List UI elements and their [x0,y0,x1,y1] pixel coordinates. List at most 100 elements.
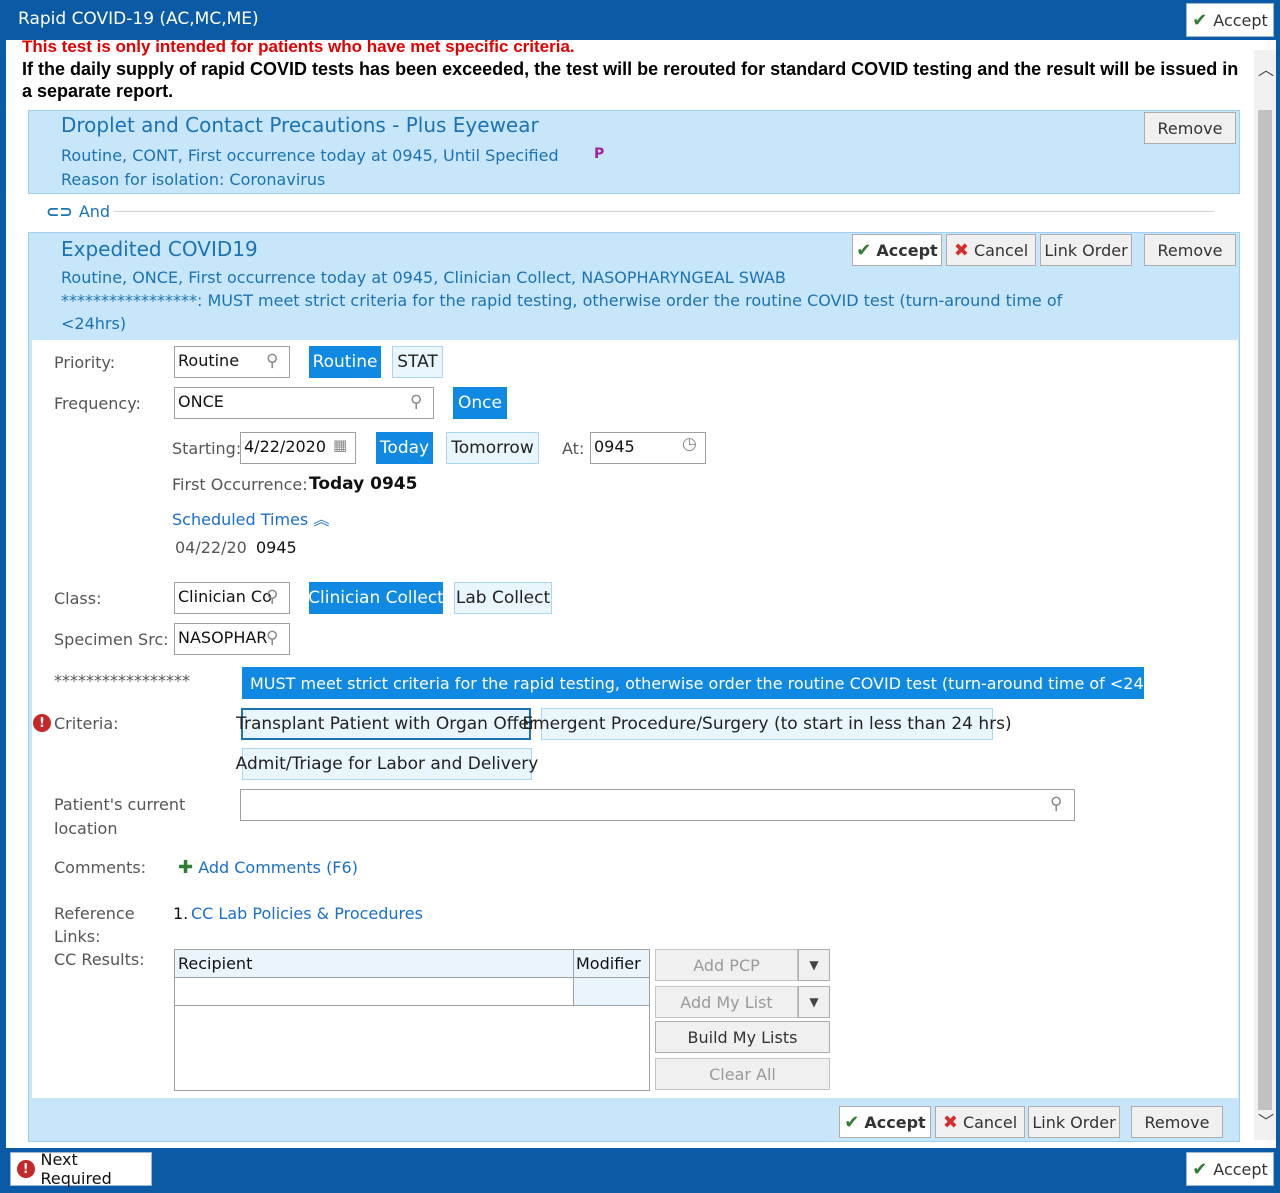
table-row-modifier-cell[interactable] [574,978,649,1005]
calendar-icon[interactable]: ▦ [333,436,347,454]
scroll-up-icon[interactable]: ︿ [1258,56,1274,80]
checkmark-icon: ✔ [1192,1158,1208,1180]
starting-today-button[interactable]: Today [376,432,433,464]
order-link-order-button[interactable]: Link Order [1040,234,1132,266]
scheduled-times-toggle[interactable]: Scheduled Times ︽ [172,506,329,530]
accept-label: Accept [876,240,938,260]
first-occurrence-value: Today 0945 [309,474,418,494]
reference-number: 1. [173,904,189,923]
cc-results-label: CC Results: [54,950,145,969]
precaution-reason: Reason for isolation: Coronavirus [61,170,326,189]
add-pcp-button[interactable]: Add PCP [655,949,798,981]
class-option-clinician-collect[interactable]: Clinician Collect [308,582,444,614]
order-cancel-button[interactable]: ✖ Cancel [946,234,1036,266]
column-divider [573,950,574,1006]
criteria-warning: This test is only intended for patients … [22,37,575,56]
cancel-label: Cancel [973,240,1029,260]
frequency-option-once[interactable]: Once [453,387,507,419]
order-criteria-note-cont: <24hrs) [61,314,127,333]
clear-all-button[interactable]: Clear All [655,1058,830,1090]
criteria-banner: MUST meet strict criteria for the rapid … [242,667,1175,699]
next-required-label: Next Required [40,1150,112,1188]
frequency-input[interactable]: ONCE [174,387,434,419]
priority-option-routine[interactable]: Routine [309,346,381,378]
class-option-lab-collect[interactable]: Lab Collect [454,582,552,614]
accept-button-top[interactable]: ✔ Accept [1186,3,1274,37]
scheduled-time: 0945 [256,538,297,557]
first-occurrence-label: First Occurrence: [172,475,308,494]
search-icon[interactable]: ⚲ [266,628,278,648]
window-frame-right [1276,0,1280,1193]
class-label: Class: [54,589,102,608]
specimen-src-label: Specimen Src: [54,630,169,649]
reference-link-lab-policies[interactable]: CC Lab Policies & Procedures [191,904,423,923]
criteria-option-emergent[interactable]: Emergent Procedure/Surgery (to start in … [522,708,1012,740]
modifier-column-header[interactable]: Modifier [576,954,641,973]
checkmark-icon: ✔ [856,239,872,261]
plus-icon: ✚ [178,857,194,878]
scheduled-date: 04/22/20 [175,538,247,557]
order-remove-button[interactable]: Remove [1144,234,1236,266]
cancel-label: Cancel [962,1112,1018,1132]
link-chain-icon: ⊂⊃ [46,202,73,221]
supply-notice: If the daily supply of rapid COVID tests… [22,59,1239,101]
scroll-down-icon[interactable]: ﹀ [1258,1108,1274,1132]
window-frame-left [0,0,6,1193]
order-criteria-note: *****************: MUST meet strict crit… [61,291,1063,310]
cc-results-table[interactable]: Recipient Modifier [174,949,650,1091]
cancel-x-icon: ✖ [942,1111,958,1133]
chevron-up-icon: ︽ [313,510,330,529]
pending-marker: P [594,146,605,162]
location-label: Patient's current [54,795,186,814]
patient-location-input[interactable] [240,789,1075,821]
accept-button-bottom[interactable]: ✔ Accept [1186,1152,1274,1186]
bottom-bar [0,1148,1280,1193]
precaution-details: Routine, CONT, First occurrence today at… [61,146,559,165]
footer-remove-button[interactable]: Remove [1131,1106,1223,1138]
precaution-remove-button[interactable]: Remove [1144,112,1236,144]
scroll-thumb[interactable] [1258,110,1272,1110]
required-icon: ! [17,1160,35,1178]
table-header: Recipient Modifier [175,950,649,978]
reference-label-cont: Links: [54,927,101,946]
and-label: And [78,202,111,221]
chevron-down-icon[interactable]: ▼ [798,986,830,1018]
clock-icon[interactable]: ◷ [682,434,697,454]
starting-tomorrow-button[interactable]: Tomorrow [446,432,539,464]
priority-option-stat[interactable]: STAT [392,346,443,378]
accept-label: Accept [1213,10,1268,30]
add-comments-link[interactable]: ✚ Add Comments (F6) [178,857,358,878]
reference-label: Reference [54,904,135,923]
criteria-option-labor-delivery[interactable]: Admit/Triage for Labor and Delivery [236,748,538,780]
order-accept-button[interactable]: ✔ Accept [852,234,942,266]
checkmark-icon: ✔ [844,1111,860,1133]
footer-cancel-button[interactable]: ✖ Cancel [935,1106,1025,1138]
recipient-column-header[interactable]: Recipient [178,954,252,973]
at-label: At: [562,439,585,458]
add-my-list-button[interactable]: Add My List [655,986,798,1018]
cancel-x-icon: ✖ [953,239,969,261]
footer-accept-button[interactable]: ✔ Accept [839,1106,931,1138]
chevron-down-icon[interactable]: ▼ [798,949,830,981]
precaution-title[interactable]: Droplet and Contact Precautions - Plus E… [61,113,539,137]
criteria-option-transplant[interactable]: Transplant Patient with Organ Offer [236,708,536,740]
starting-label: Starting: [172,439,242,458]
search-icon[interactable]: ⚲ [266,351,278,371]
order-title[interactable]: Expedited COVID19 [61,237,258,261]
search-icon[interactable]: ⚲ [410,392,422,412]
scheduled-times-label: Scheduled Times [172,510,309,529]
footer-link-order-button[interactable]: Link Order [1028,1106,1120,1138]
search-icon[interactable]: ⚲ [266,587,278,607]
criteria-label: Criteria: [54,714,119,733]
comments-label: Comments: [54,858,147,877]
required-icon: ! [33,714,51,732]
order-summary: Routine, ONCE, First occurrence today at… [61,268,786,287]
build-my-lists-button[interactable]: Build My Lists [655,1021,830,1053]
connector-divider [114,211,1214,212]
and-connector: ⊂⊃ And [46,202,110,221]
add-comments-label: Add Comments (F6) [198,858,358,877]
search-icon[interactable]: ⚲ [1050,794,1062,814]
accept-label: Accept [864,1112,926,1132]
next-required-button[interactable]: ! Next Required [10,1150,152,1188]
checkmark-icon: ✔ [1192,9,1208,31]
